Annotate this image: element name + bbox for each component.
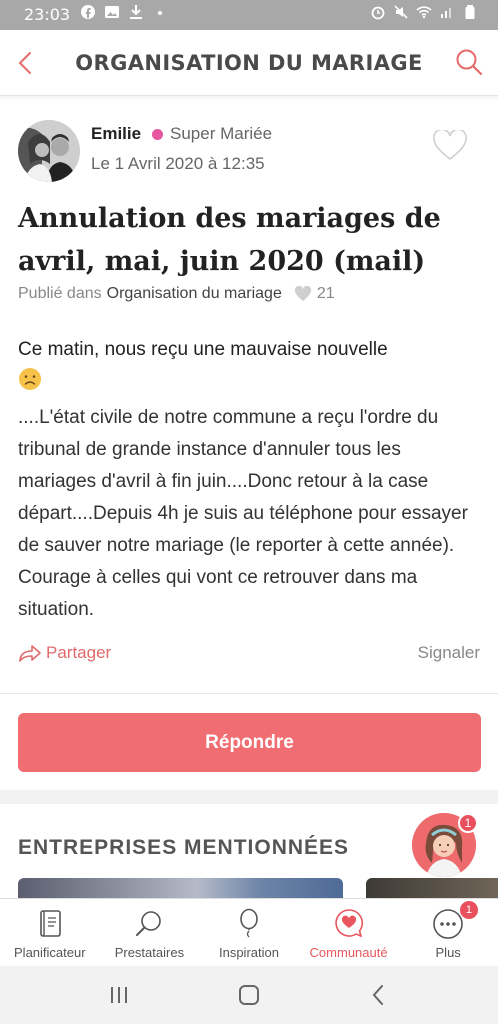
nav-label: Inspiration <box>218 945 279 960</box>
bottom-navigation: Planificateur Prestataires Inspiration C… <box>0 898 498 966</box>
search-icon[interactable] <box>454 47 484 77</box>
user-badge: Super Mariée <box>170 124 273 143</box>
system-navigation-bar <box>0 966 498 1024</box>
chat-heart-icon <box>334 909 363 938</box>
reply-button[interactable]: Répondre <box>18 713 481 772</box>
nav-label: Plus <box>435 945 461 960</box>
wifi-icon <box>416 6 432 19</box>
recent-apps-icon[interactable] <box>104 980 134 1010</box>
status-bar: 23:03 <box>0 0 498 30</box>
search-icon <box>136 911 162 936</box>
mute-icon <box>394 5 408 19</box>
nav-item-plus[interactable]: 1 Plus <box>398 899 498 966</box>
company-card-image[interactable] <box>18 878 343 900</box>
company-card-image-2[interactable] <box>366 878 498 900</box>
status-time: 23:03 <box>24 5 71 24</box>
share-label: Partager <box>46 643 112 662</box>
dot-icon <box>158 11 162 15</box>
image-icon <box>105 6 119 18</box>
section-separator <box>0 790 498 804</box>
post-body: ....L'état civile de notre commune a reç… <box>18 407 468 620</box>
post-date: Le 1 Avril 2020 à 12:35 <box>91 154 265 173</box>
post-title: Annulation des mariages de avril, mai, j… <box>18 203 441 277</box>
download-icon <box>130 5 142 19</box>
planner-book-icon <box>39 910 61 937</box>
signal-icon <box>441 8 451 18</box>
nav-label: Planificateur <box>14 945 86 960</box>
nav-notification-badge: 1 <box>459 901 478 919</box>
app-header: ORGANISATION DU MARIAGE <box>0 30 498 96</box>
likes-count: 21 <box>316 285 335 302</box>
nav-item-inspiration[interactable]: Inspiration <box>199 899 299 966</box>
post-body-intro: Ce matin, nous reçu une mauvaise nouvell… <box>18 339 388 360</box>
avatar[interactable] <box>18 120 80 182</box>
nav-item-planificateur[interactable]: Planificateur <box>0 899 100 966</box>
category-link[interactable]: Organisation du mariage <box>107 285 282 303</box>
frowning-face-icon <box>19 368 41 390</box>
divider <box>0 693 498 694</box>
likes-heart-icon <box>294 286 311 301</box>
nav-item-prestataires[interactable]: Prestataires <box>100 899 200 966</box>
balloon-icon <box>240 908 258 938</box>
battery-icon <box>465 5 475 19</box>
nav-label: Communauté <box>309 945 388 960</box>
share-button[interactable]: Partager <box>18 643 111 663</box>
report-link[interactable]: Signaler <box>418 643 480 663</box>
post-meta: Publié dans Organisation du mariage 21 <box>18 285 335 303</box>
facebook-icon <box>81 5 95 19</box>
page-title: ORGANISATION DU MARIAGE <box>75 51 423 75</box>
published-in-label: Publié dans <box>18 285 102 302</box>
alarm-icon <box>371 6 385 20</box>
back-icon[interactable] <box>364 980 394 1010</box>
nav-label: Prestataires <box>114 945 185 960</box>
nav-item-communaute[interactable]: Communauté <box>299 899 399 966</box>
badge-dot <box>152 129 163 140</box>
heart-icon[interactable] <box>432 130 468 162</box>
author-name[interactable]: Emilie <box>91 124 141 144</box>
mentioned-companies-title: ENTREPRISES MENTIONNÉES <box>18 836 350 859</box>
assistant-notification-badge: 1 <box>458 813 478 833</box>
home-icon[interactable] <box>234 980 264 1010</box>
share-arrow-icon <box>19 645 41 662</box>
